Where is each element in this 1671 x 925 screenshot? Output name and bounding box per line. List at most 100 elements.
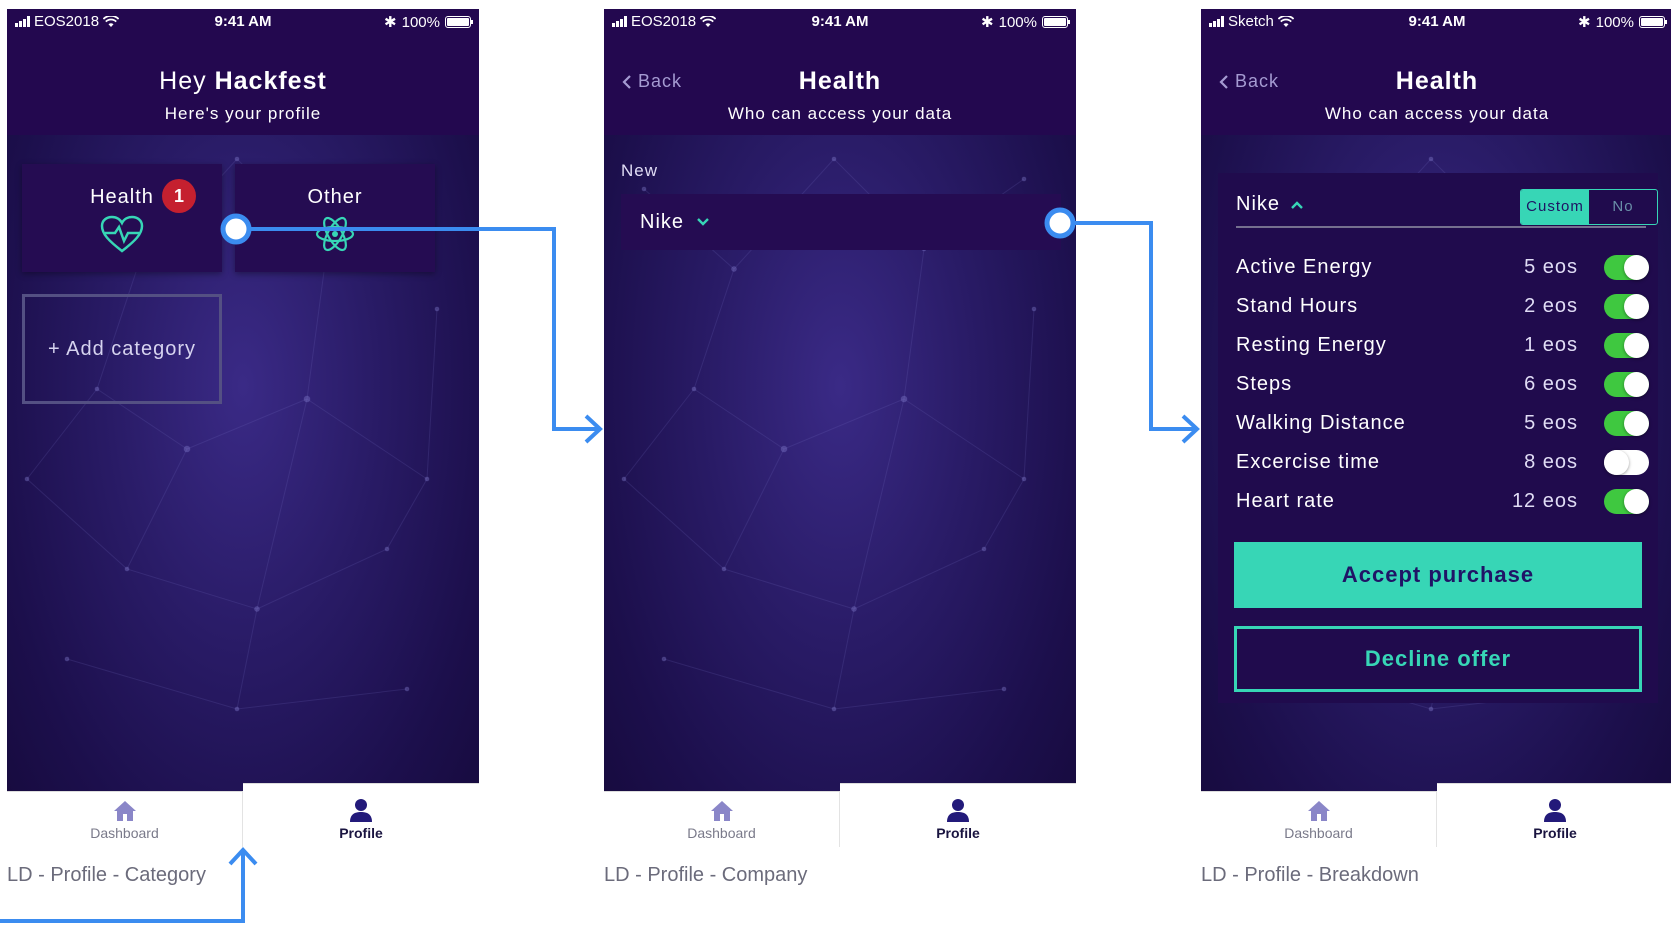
tab-dashboard[interactable]: Dashboard	[604, 791, 840, 847]
tab-profile[interactable]: Profile	[1437, 783, 1671, 847]
toggle-knob	[1624, 411, 1649, 436]
tab-bar: Dashboard Profile	[1201, 783, 1671, 847]
notification-badge: 1	[162, 179, 196, 213]
segment-no[interactable]: No	[1589, 190, 1657, 224]
share-toggle[interactable]	[1604, 333, 1649, 358]
tab-label: Dashboard	[687, 825, 756, 841]
status-bar: EOS2018 9:41 AM ✱ 100%	[604, 9, 1076, 35]
company-header[interactable]: Nike Custom No	[1236, 183, 1658, 228]
battery-percent: 100%	[998, 13, 1037, 31]
sharing-segmented-control: Custom No	[1520, 189, 1658, 225]
metric-name: Steps	[1236, 373, 1293, 395]
metric-name: Excercise time	[1236, 451, 1381, 473]
metric-price: 5 eos	[1524, 256, 1578, 278]
permission-row: Stand Hours 2 eos	[1236, 292, 1649, 322]
tab-dashboard[interactable]: Dashboard	[1201, 791, 1437, 847]
tab-label: Profile	[936, 825, 980, 841]
permission-row: Resting Energy 1 eos	[1236, 331, 1649, 361]
chevron-up-icon	[1291, 200, 1303, 209]
accept-purchase-button[interactable]: Accept purchase	[1234, 542, 1642, 608]
status-bar: EOS2018 9:41 AM ✱ 100%	[7, 9, 479, 35]
company-name: Nike	[640, 210, 685, 233]
tab-label: Dashboard	[1284, 825, 1353, 841]
category-label: Other	[307, 186, 363, 208]
metric-price: 5 eos	[1524, 412, 1578, 434]
connector-arrowhead	[228, 847, 258, 866]
permission-row: Steps 6 eos	[1236, 370, 1649, 400]
connector-arrowhead	[1181, 414, 1200, 444]
metric-price: 2 eos	[1524, 295, 1578, 317]
metric-name: Stand Hours	[1236, 295, 1359, 317]
tab-bar: Dashboard Profile	[7, 783, 479, 847]
metric-price: 8 eos	[1524, 451, 1578, 473]
artboard-caption: LD - Profile - Company	[604, 864, 808, 886]
screen-profile-category: EOS2018 9:41 AM ✱ 100% Hey Hackfest Here…	[7, 9, 479, 847]
metric-price: 1 eos	[1524, 334, 1578, 356]
page-title: Health	[1395, 67, 1479, 95]
user-icon	[1544, 799, 1566, 822]
battery-percent: 100%	[401, 13, 440, 31]
share-toggle[interactable]	[1604, 372, 1649, 397]
tab-bar: Dashboard Profile	[604, 783, 1076, 847]
add-category-button[interactable]: + Add category	[22, 294, 222, 404]
page-title: Hey Hackfest	[7, 67, 479, 96]
decline-offer-button[interactable]: Decline offer	[1234, 626, 1642, 692]
user-name: Hackfest	[214, 67, 327, 95]
battery-percent: 100%	[1595, 13, 1634, 31]
toggle-knob	[1624, 255, 1649, 280]
share-toggle[interactable]	[1604, 489, 1649, 514]
permission-row: Walking Distance 5 eos	[1236, 409, 1649, 439]
home-icon	[113, 801, 136, 821]
share-toggle[interactable]	[1604, 411, 1649, 436]
metric-price: 6 eos	[1524, 373, 1578, 395]
metric-name: Resting Energy	[1236, 334, 1387, 356]
page-subtitle: Who can access your data	[727, 104, 953, 123]
artboard-caption: LD - Profile - Category	[7, 864, 206, 886]
atom-icon	[315, 216, 355, 252]
permission-row: Active Energy 5 eos	[1236, 253, 1649, 283]
battery-icon	[1639, 16, 1667, 28]
company-name: Nike	[1236, 193, 1281, 215]
toggle-knob	[1624, 294, 1649, 319]
category-card-health[interactable]: Health	[22, 164, 222, 272]
share-toggle[interactable]	[1604, 255, 1649, 280]
metric-name: Walking Distance	[1236, 412, 1406, 434]
metric-price: 12 eos	[1511, 490, 1578, 512]
tab-label: Profile	[1533, 825, 1577, 841]
bluetooth-icon: ✱	[981, 14, 994, 31]
share-toggle[interactable]	[1604, 450, 1649, 475]
tab-profile[interactable]: Profile	[840, 783, 1076, 847]
home-icon	[1307, 801, 1330, 821]
metric-name: Heart rate	[1236, 490, 1335, 512]
page-subtitle: Who can access your data	[1324, 104, 1550, 123]
tab-dashboard[interactable]: Dashboard	[7, 791, 243, 847]
status-bar: Sketch 9:41 AM ✱ 100%	[1201, 9, 1671, 35]
metric-name: Active Energy	[1236, 256, 1373, 278]
connector-arrowhead	[584, 414, 603, 444]
tab-profile[interactable]: Profile	[243, 783, 479, 847]
screen-profile-breakdown: Sketch 9:41 AM ✱ 100% Back Health Who ca…	[1201, 9, 1671, 847]
home-icon	[710, 801, 733, 821]
page-subtitle: Here's your profile	[164, 104, 322, 123]
tab-label: Dashboard	[90, 825, 159, 841]
permission-row: Excercise time 8 eos	[1236, 448, 1649, 478]
page-title: Health	[798, 67, 882, 95]
greeting: Hey	[159, 67, 207, 95]
tab-label: Profile	[339, 825, 383, 841]
battery-icon	[445, 16, 473, 28]
chevron-down-icon	[697, 218, 709, 226]
company-dropdown[interactable]: Nike	[621, 194, 1061, 250]
segment-custom[interactable]: Custom	[1521, 190, 1589, 224]
user-icon	[947, 799, 969, 822]
bluetooth-icon: ✱	[384, 14, 397, 31]
toggle-knob	[1624, 489, 1649, 514]
toggle-knob	[1624, 372, 1649, 397]
battery-icon	[1042, 16, 1070, 28]
toggle-knob	[1624, 333, 1649, 358]
screen-profile-company: EOS2018 9:41 AM ✱ 100% Back Health Who c…	[604, 9, 1076, 847]
share-toggle[interactable]	[1604, 294, 1649, 319]
category-card-other[interactable]: Other	[235, 164, 435, 272]
user-icon	[350, 799, 372, 822]
artboard-caption: LD - Profile - Breakdown	[1201, 864, 1419, 886]
toggle-knob	[1604, 450, 1629, 475]
